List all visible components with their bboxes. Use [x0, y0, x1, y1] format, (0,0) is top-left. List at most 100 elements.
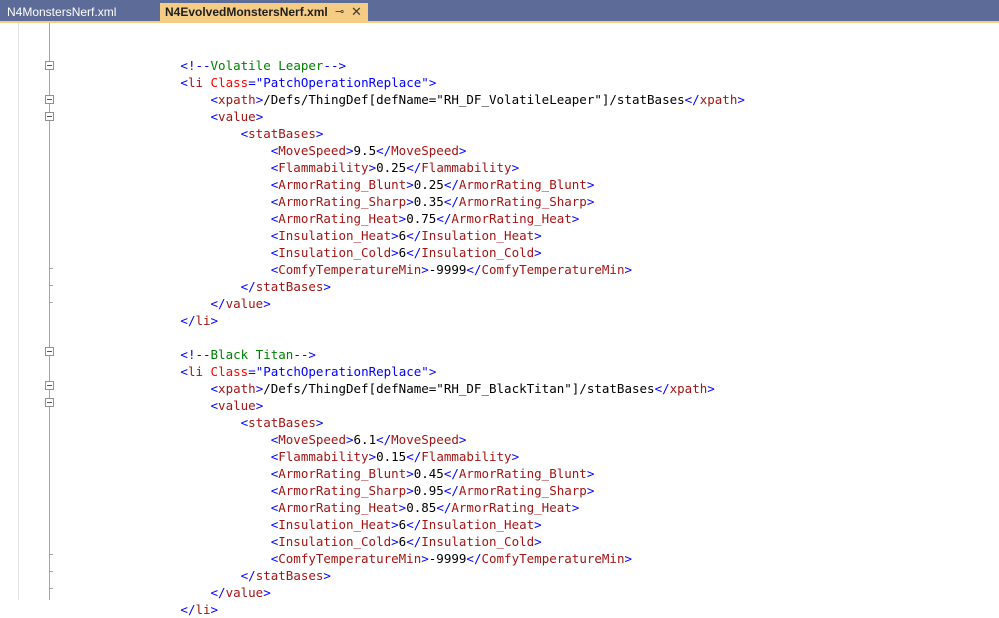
code-token: Flammability — [278, 449, 369, 464]
tab-n4evolvedmonstersnerf[interactable]: N4EvolvedMonstersNerf.xml ⊸ ✕ — [160, 3, 368, 21]
collapse-toggle[interactable] — [45, 381, 54, 390]
code-line[interactable] — [60, 40, 745, 57]
code-token: > — [391, 534, 399, 549]
code-line[interactable]: <ArmorRating_Heat>0.85</ArmorRating_Heat… — [60, 499, 745, 516]
code-line[interactable]: </statBases> — [60, 278, 745, 295]
code-editor[interactable]: <!--Volatile Leaper--> <li Class="PatchO… — [0, 23, 999, 617]
code-line[interactable]: <ComfyTemperatureMin>-9999</ComfyTempera… — [60, 261, 745, 278]
code-token: =" — [248, 364, 264, 379]
code-token: </ — [240, 568, 256, 583]
fold-end-marker — [49, 571, 53, 572]
code-token: Class — [210, 364, 249, 379]
code-line[interactable]: <!--Volatile Leaper--> — [60, 57, 745, 74]
code-token: > — [406, 177, 414, 192]
code-token: MoveSpeed — [278, 143, 346, 158]
code-token: </ — [466, 551, 482, 566]
code-line[interactable]: <li Class="PatchOperationReplace"> — [60, 74, 745, 91]
code-line[interactable]: </value> — [60, 584, 745, 601]
code-token: > — [534, 517, 542, 532]
fold-end-marker — [49, 302, 53, 303]
code-token: > — [406, 194, 414, 209]
code-line[interactable]: </statBases> — [60, 567, 745, 584]
code-line[interactable]: <Insulation_Cold>6</Insulation_Cold> — [60, 244, 745, 261]
code-token: > — [255, 398, 264, 413]
pin-icon[interactable]: ⊸ — [335, 3, 344, 21]
code-token: Insulation_Cold — [278, 534, 392, 549]
code-token: </ — [443, 483, 459, 498]
code-line[interactable]: <Insulation_Heat>6</Insulation_Heat> — [60, 227, 745, 244]
code-token: > — [391, 517, 399, 532]
code-token: MoveSpeed — [391, 432, 459, 447]
code-token: value — [218, 398, 256, 413]
code-line[interactable]: <xpath>/Defs/ThingDef[defName="RH_DF_Vol… — [60, 91, 745, 108]
code-line[interactable]: <xpath>/Defs/ThingDef[defName="RH_DF_Bla… — [60, 380, 745, 397]
code-token: > — [210, 602, 219, 617]
code-line[interactable]: </value> — [60, 295, 745, 312]
code-token: > — [458, 432, 467, 447]
code-token: 6.1 — [353, 432, 377, 447]
code-line[interactable]: </li> — [60, 601, 745, 618]
code-line[interactable]: <MoveSpeed>9.5</MoveSpeed> — [60, 142, 745, 159]
code-token: </ — [684, 92, 700, 107]
code-token: </ — [466, 262, 482, 277]
code-token: > — [624, 262, 633, 277]
code-line[interactable]: <statBases> — [60, 125, 745, 142]
code-token: xpath — [218, 92, 256, 107]
collapse-toggle[interactable] — [45, 61, 54, 70]
code-line[interactable]: <ArmorRating_Blunt>0.25</ArmorRating_Blu… — [60, 176, 745, 193]
code-token: Flammability — [278, 160, 369, 175]
close-icon[interactable]: ✕ — [351, 3, 362, 21]
code-line[interactable]: <Flammability>0.15</Flammability> — [60, 448, 745, 465]
code-line[interactable]: </li> — [60, 312, 745, 329]
code-line[interactable]: <ArmorRating_Sharp>0.95</ArmorRating_Sha… — [60, 482, 745, 499]
code-token: < — [180, 75, 188, 90]
code-line[interactable]: <ComfyTemperatureMin>-9999</ComfyTempera… — [60, 550, 745, 567]
code-line[interactable]: <Flammability>0.25</Flammability> — [60, 159, 745, 176]
fold-end-marker — [49, 268, 53, 269]
code-line[interactable]: <value> — [60, 108, 745, 125]
code-token: > — [315, 415, 324, 430]
code-token: > — [210, 313, 219, 328]
code-line[interactable]: <!--Black Titan--> — [60, 346, 745, 363]
code-line[interactable]: <statBases> — [60, 414, 745, 431]
collapse-toggle[interactable] — [45, 95, 54, 104]
code-token: > — [368, 449, 377, 464]
code-token: > — [458, 143, 467, 158]
code-line[interactable]: <ArmorRating_Blunt>0.45</ArmorRating_Blu… — [60, 465, 745, 482]
code-line[interactable]: <ArmorRating_Sharp>0.35</ArmorRating_Sha… — [60, 193, 745, 210]
code-token: </ — [180, 602, 196, 617]
code-line[interactable]: <Insulation_Heat>6</Insulation_Heat> — [60, 516, 745, 533]
collapse-toggle[interactable] — [45, 112, 54, 121]
code-line[interactable]: <li Class="PatchOperationReplace"> — [60, 363, 745, 380]
code-token: </ — [436, 211, 452, 226]
collapse-toggle[interactable] — [45, 347, 54, 356]
code-token: Insulation_Heat — [421, 228, 535, 243]
code-token: 0.35 — [413, 194, 444, 209]
code-token: </ — [406, 160, 422, 175]
collapse-toggle[interactable] — [45, 398, 54, 407]
code-line[interactable]: <Insulation_Cold>6</Insulation_Cold> — [60, 533, 745, 550]
code-line[interactable] — [60, 329, 745, 346]
code-line[interactable]: <MoveSpeed>6.1</MoveSpeed> — [60, 431, 745, 448]
tab-label: N4MonstersNerf.xml — [7, 5, 117, 19]
code-token: > — [586, 466, 595, 481]
code-token: > — [406, 466, 414, 481]
code-token: =" — [248, 75, 264, 90]
code-token: li — [187, 364, 204, 379]
fold-end-marker — [49, 285, 53, 286]
code-token: </ — [443, 177, 459, 192]
code-token: Insulation_Heat — [278, 228, 392, 243]
tab-n4monstersnerf[interactable]: N4MonstersNerf.xml — [0, 3, 158, 21]
code-token: 0.85 — [406, 500, 437, 515]
code-token: /Defs/ThingDef[defName="RH_DF_VolatileLe… — [263, 92, 685, 107]
code-line[interactable]: <value> — [60, 397, 745, 414]
code-line[interactable]: <ArmorRating_Heat>0.75</ArmorRating_Heat… — [60, 210, 745, 227]
code-token: </ — [443, 466, 459, 481]
